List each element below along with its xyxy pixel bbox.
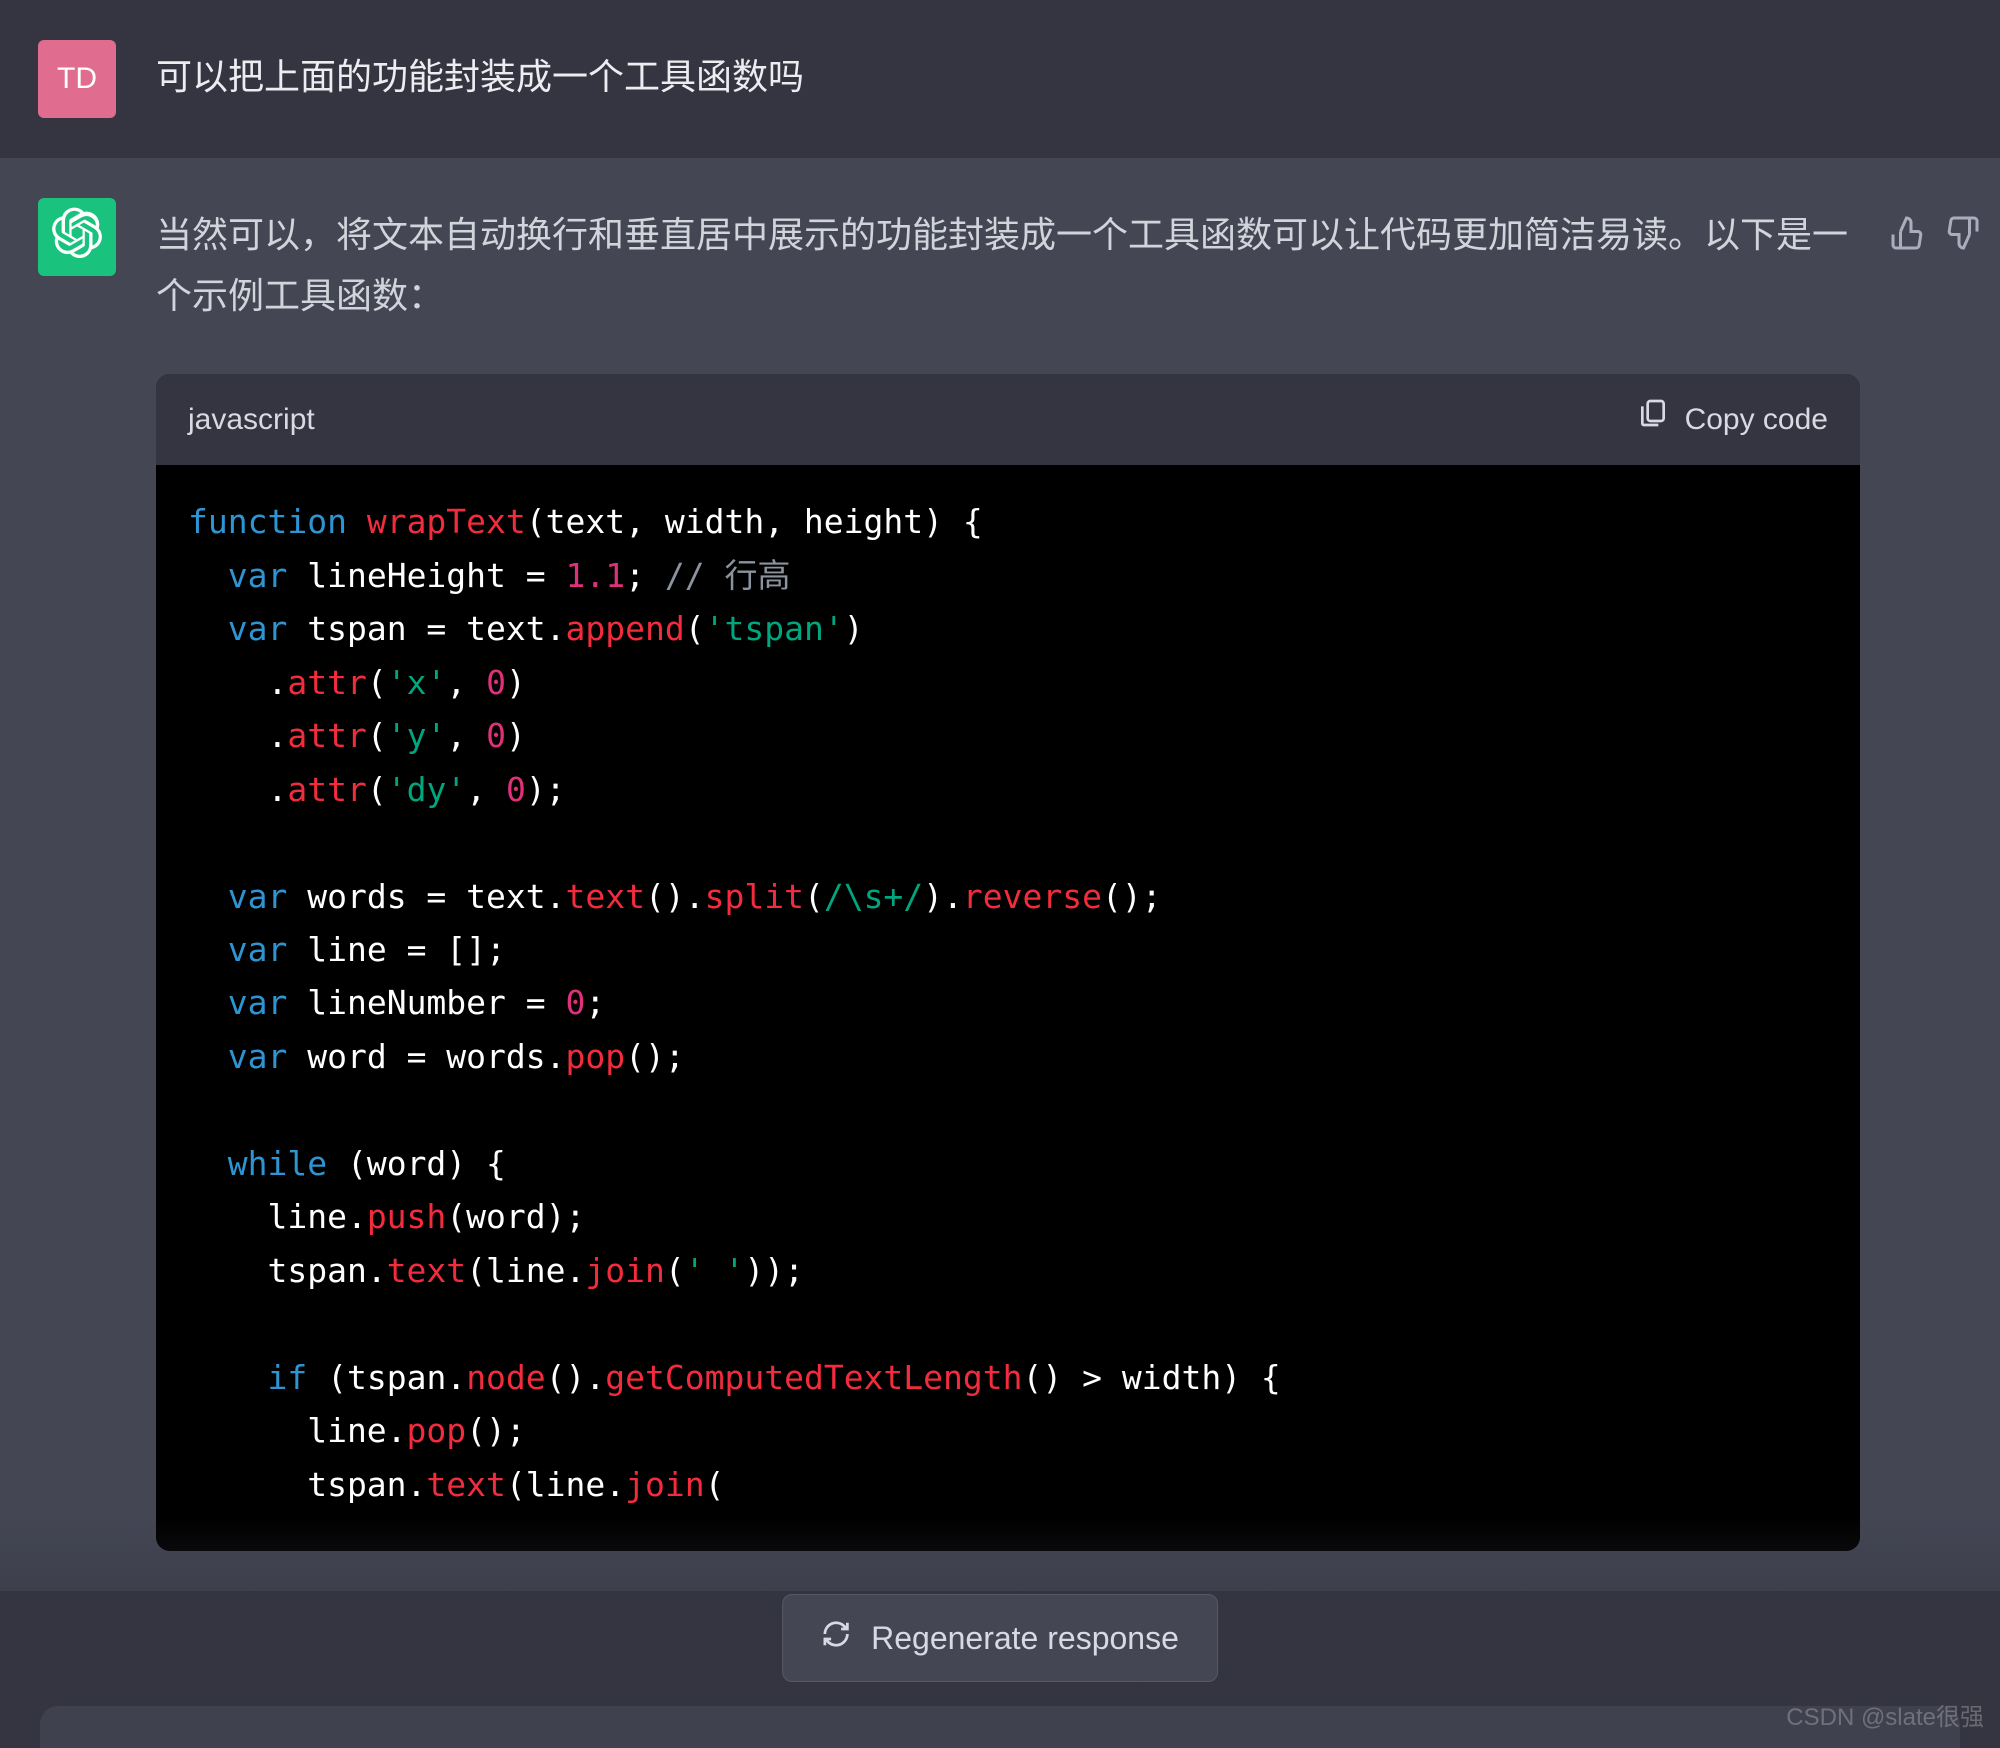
assistant-message-row: 当然可以，将文本自动换行和垂直居中展示的功能封装成一个工具函数可以让代码更加简洁…: [0, 158, 2000, 1591]
regenerate-label: Regenerate response: [871, 1620, 1179, 1657]
code-content[interactable]: function wrapText(text, width, height) {…: [156, 465, 1860, 1551]
message-input-bar[interactable]: [40, 1706, 1960, 1748]
code-block: javascript Copy code function wrapText(t…: [156, 374, 1860, 1551]
assistant-preamble: 当然可以，将文本自动换行和垂直居中展示的功能封装成一个工具函数可以让代码更加简洁…: [156, 204, 1860, 326]
thumbs-up-icon[interactable]: [1890, 208, 1926, 269]
avatar-assistant: [38, 198, 116, 276]
user-message-row: TD 可以把上面的功能封装成一个工具函数吗: [0, 0, 2000, 158]
watermark: CSDN @slate很强: [1786, 1697, 1984, 1732]
message-actions: [1890, 208, 1980, 269]
avatar-user: TD: [38, 40, 116, 118]
clipboard-icon: [1637, 394, 1669, 445]
copy-code-button[interactable]: Copy code: [1637, 394, 1828, 445]
code-header: javascript Copy code: [156, 374, 1860, 465]
regenerate-button[interactable]: Regenerate response: [782, 1594, 1218, 1682]
avatar-initials: TD: [57, 62, 97, 96]
refresh-icon: [821, 1619, 851, 1657]
thumbs-down-icon[interactable]: [1944, 208, 1980, 269]
copy-code-label: Copy code: [1685, 394, 1828, 445]
openai-logo-icon: [51, 207, 103, 267]
code-language-label: javascript: [188, 394, 315, 445]
user-message-text: 可以把上面的功能封装成一个工具函数吗: [156, 40, 1860, 118]
